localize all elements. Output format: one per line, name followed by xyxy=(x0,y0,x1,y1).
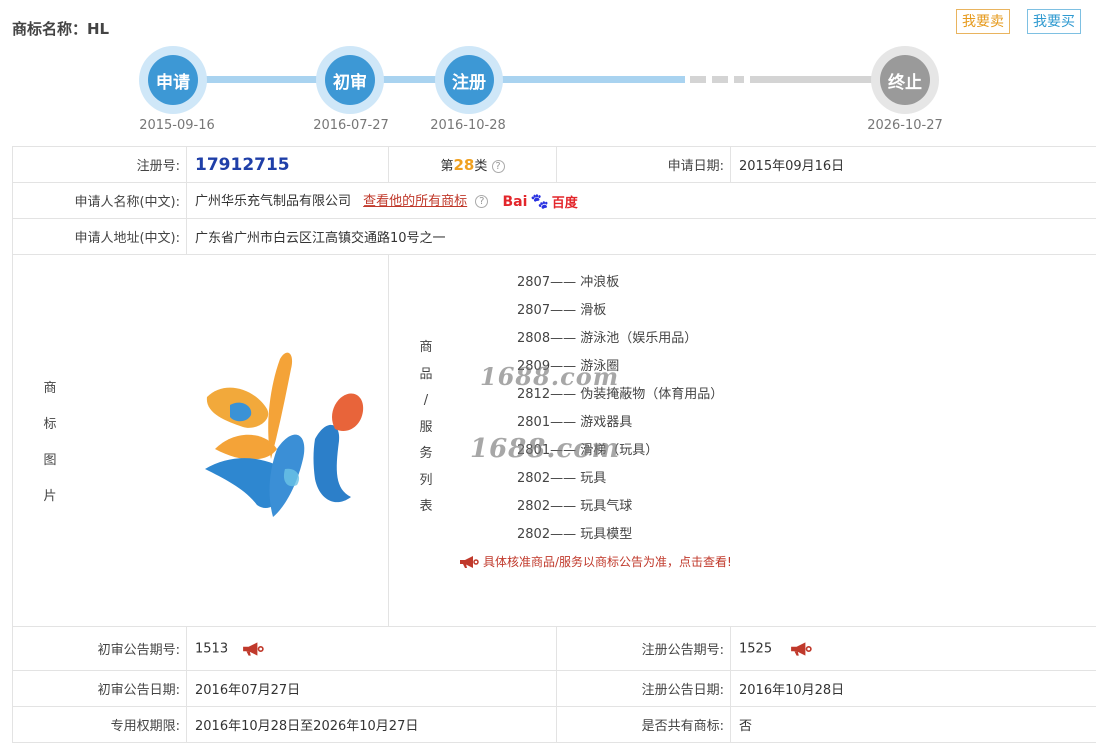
goods-item: 2802—— 玩具 xyxy=(517,471,607,486)
reg-notice-no-value: 1525 xyxy=(739,641,773,656)
trademark-image-cell: 商 标 图 片 xyxy=(12,254,389,627)
megaphone-icon xyxy=(460,555,479,568)
goods-item: 2801—— 游戏器具 xyxy=(517,415,633,430)
class-suffix: 类 xyxy=(474,159,488,174)
baidu-paw-icon: 🐾︎ xyxy=(529,192,550,212)
reg-notice-date-label: 注册公告日期: xyxy=(556,670,731,707)
megaphone-icon[interactable] xyxy=(790,641,812,657)
timeline-node-expire: 终止 xyxy=(871,46,939,114)
all-marks-link[interactable]: 查看他的所有商标 xyxy=(363,194,467,209)
shared-mark-label: 是否共有商标: xyxy=(556,706,731,743)
goods-note-link[interactable]: 具体核准商品/服务以商标公告为准，点击查看! xyxy=(389,553,1096,570)
prelim-date-value: 2016年07月27日 xyxy=(186,670,557,707)
timeline-node-register: 注册 xyxy=(435,46,503,114)
timeline-date: 2016-07-27 xyxy=(313,118,389,133)
reg-no-value: 17912715 xyxy=(195,154,290,175)
watermark: 1688.com xyxy=(480,362,620,391)
applicant-addr-label: 申请人地址(中文): xyxy=(12,218,187,255)
exclusive-term-value: 2016年10月28日至2026年10月27日 xyxy=(186,706,557,743)
timeline-dash xyxy=(712,76,728,83)
timeline-date: 2016-10-28 xyxy=(430,118,506,133)
goods-item: 2808—— 游泳池（娱乐用品） xyxy=(517,331,698,346)
timeline-progress xyxy=(175,76,685,83)
prelim-no-label: 初审公告期号: xyxy=(12,626,187,671)
prelim-date-label: 初审公告日期: xyxy=(12,670,187,707)
exclusive-term-label: 专用权期限: xyxy=(12,706,187,743)
buy-button[interactable]: 我要买 xyxy=(1027,9,1081,34)
timeline-node-apply: 申请 xyxy=(139,46,207,114)
timeline-date: 2015-09-16 xyxy=(139,118,215,133)
apply-date-label: 申请日期: xyxy=(556,146,731,183)
timeline-node-label: 终止 xyxy=(880,55,930,105)
timeline-node-label: 初审 xyxy=(325,55,375,105)
help-icon[interactable]: ? xyxy=(475,194,489,208)
apply-date-value: 2015年09月16日 xyxy=(730,146,1096,183)
goods-list: 2807—— 冲浪板 2807—— 滑板 2808—— 游泳池（娱乐用品） 28… xyxy=(389,255,1096,549)
timeline-dash xyxy=(734,76,744,83)
sell-button[interactable]: 我要卖 xyxy=(956,9,1010,34)
watermark: 1688.com xyxy=(470,434,621,464)
goods-item: 2802—— 玩具模型 xyxy=(517,527,633,542)
timeline-dash xyxy=(690,76,706,83)
class-cell: 第28类 ? xyxy=(388,146,557,183)
applicant-name-label: 申请人名称(中文): xyxy=(12,182,187,219)
baidu-logo[interactable]: Bai 🐾︎ 百度 xyxy=(502,192,577,211)
shared-mark-value: 否 xyxy=(730,706,1096,743)
goods-item: 2802—— 玩具气球 xyxy=(517,499,633,514)
help-icon[interactable]: ? xyxy=(491,160,505,173)
image-vertical-label: 商 标 图 片 xyxy=(43,381,57,504)
reg-no-label: 注册号: xyxy=(12,146,187,183)
class-prefix: 第 xyxy=(440,159,454,174)
class-number: 28 xyxy=(453,156,475,174)
reg-notice-no-label: 注册公告期号: xyxy=(556,626,731,671)
goods-item: 2807—— 滑板 xyxy=(517,303,607,318)
timeline-date: 2026-10-27 xyxy=(867,118,943,133)
megaphone-icon[interactable] xyxy=(242,641,264,657)
trademark-logo-image xyxy=(205,352,364,517)
prelim-no-value: 1513 xyxy=(195,641,229,656)
applicant-name-value: 广州华乐充气制品有限公司 xyxy=(195,193,352,209)
reg-notice-date-value: 2016年10月28日 xyxy=(730,670,1096,707)
goods-vertical-label: 商 品 / 服 务 列 表 xyxy=(419,340,433,514)
goods-item: 2807—— 冲浪板 xyxy=(517,275,620,290)
timeline-node-prelim: 初审 xyxy=(316,46,384,114)
timeline-node-label: 注册 xyxy=(444,55,494,105)
timeline-node-label: 申请 xyxy=(148,55,198,105)
trademark-title: 商标名称：HL xyxy=(12,20,110,38)
applicant-addr-value: 广东省广州市白云区江高镇交通路10号之一 xyxy=(186,218,1096,255)
